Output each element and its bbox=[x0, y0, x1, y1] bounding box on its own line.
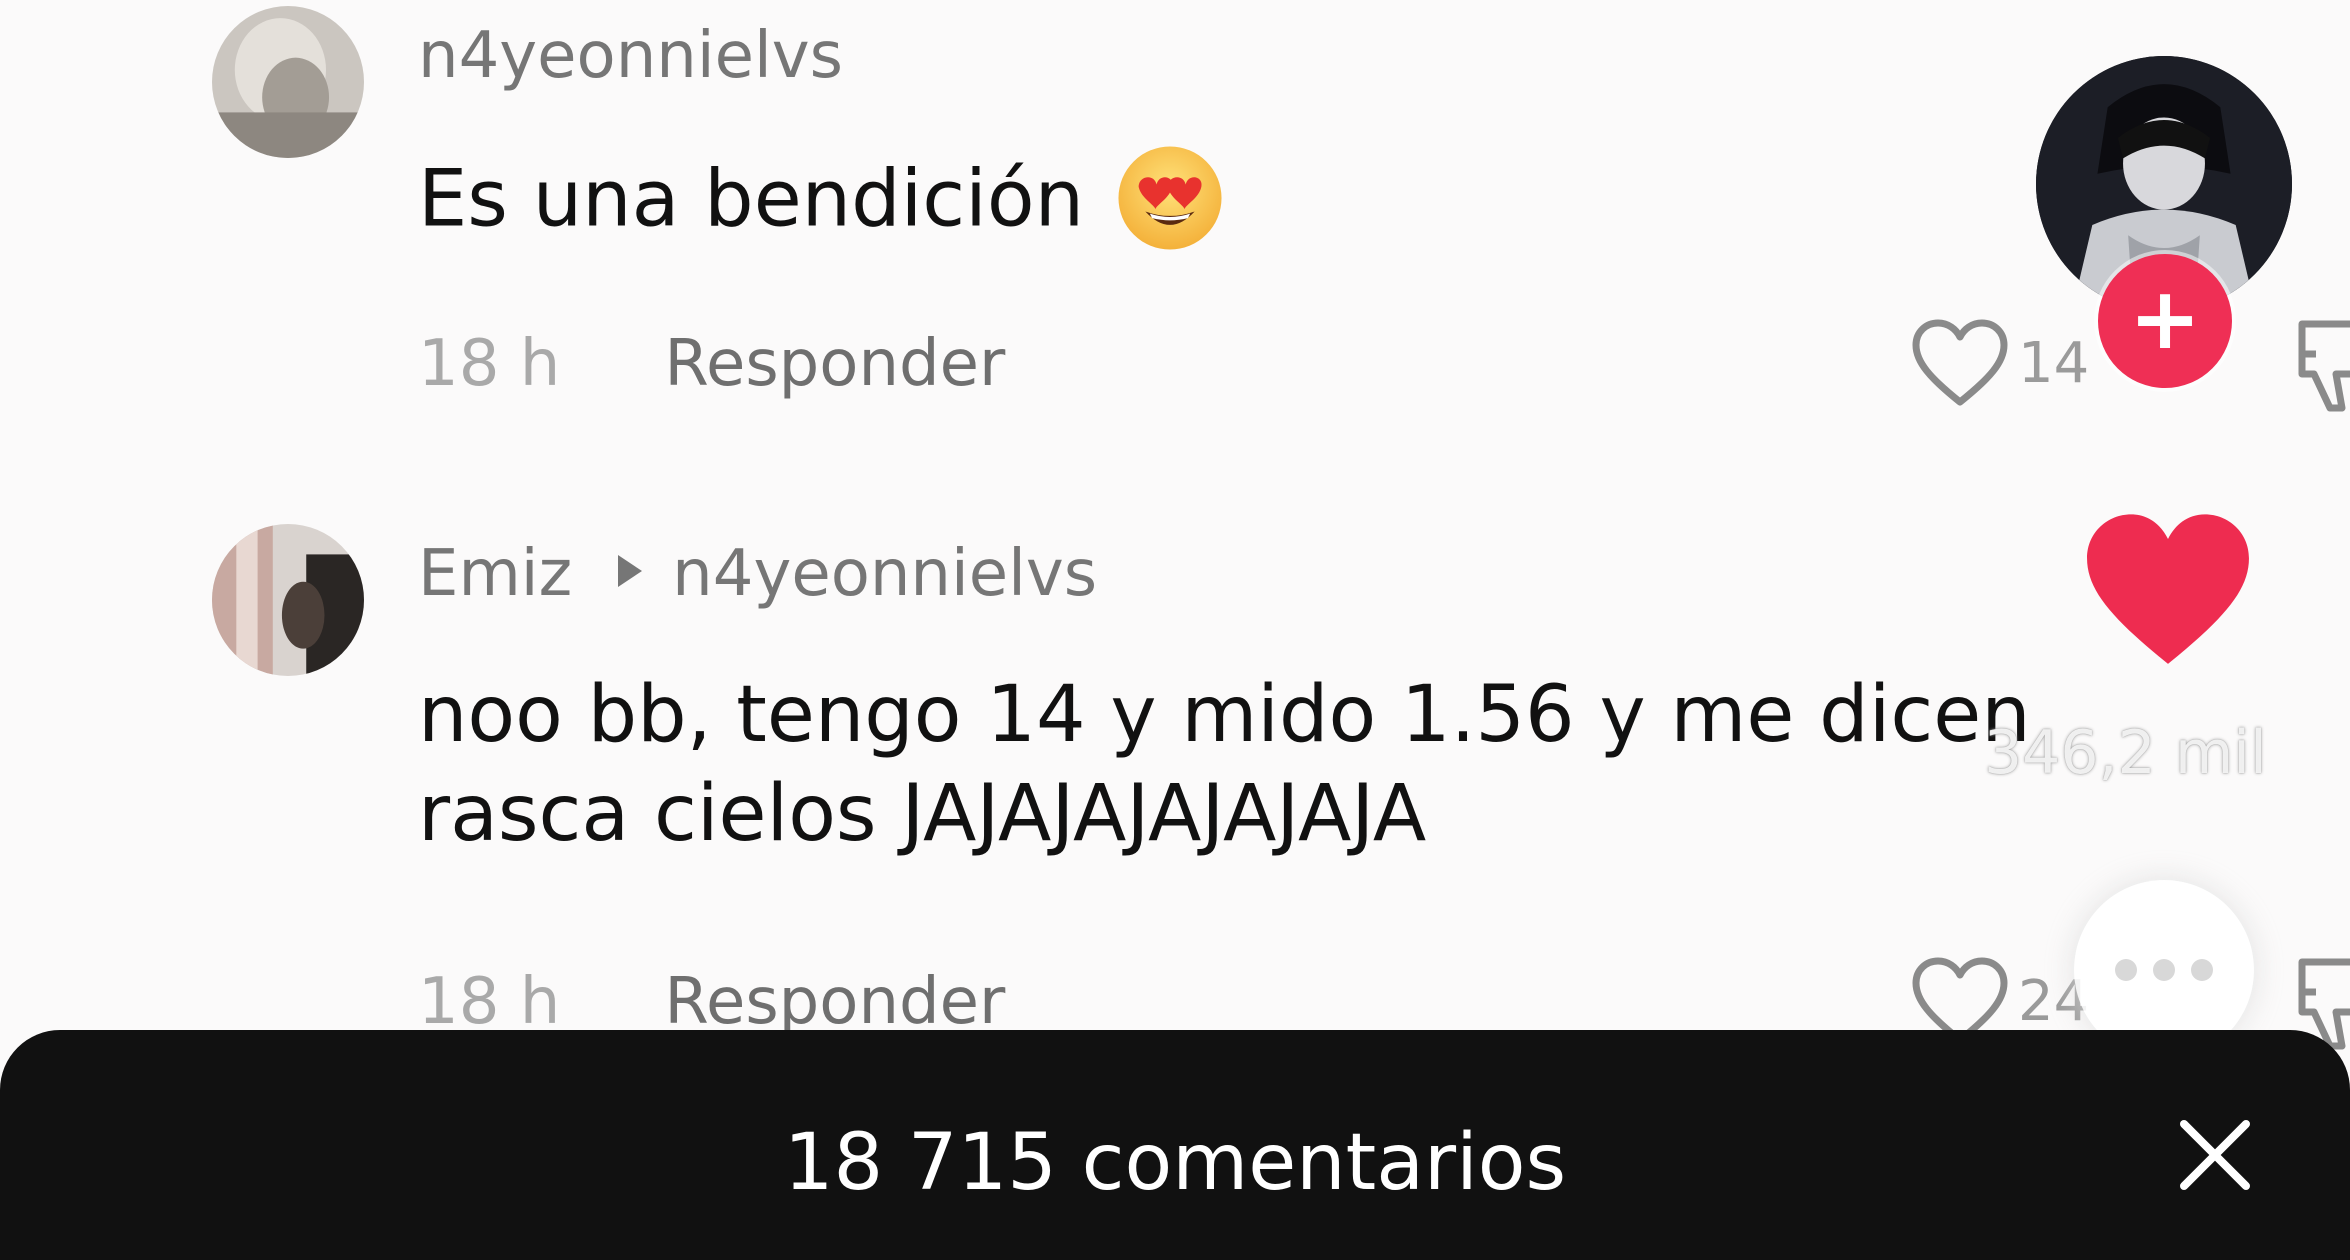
close-icon bbox=[2180, 1120, 2250, 1190]
comment-text-content: Es una bendición bbox=[418, 154, 1085, 245]
video-likes-count: 346,2 mil bbox=[1984, 718, 2267, 788]
close-button[interactable] bbox=[2170, 1110, 2260, 1200]
comment-time: 18 h bbox=[418, 965, 561, 1039]
comment-like-count: 14 bbox=[2018, 330, 2090, 396]
reply-button[interactable]: Responder bbox=[664, 327, 1005, 401]
dot-icon bbox=[2153, 959, 2175, 981]
commenter-avatar[interactable] bbox=[212, 6, 364, 158]
comment-time: 18 h bbox=[418, 327, 561, 401]
thumbs-down-icon bbox=[2298, 320, 2350, 412]
comment-count-title: 18 715 comentarios bbox=[783, 1118, 1567, 1208]
comment-username: Emiz n4yeonnielvs bbox=[418, 542, 1097, 606]
dot-icon bbox=[2191, 959, 2213, 981]
comment-text-line: rasca cielos JAJAJAJAJAJAJA bbox=[418, 769, 1427, 860]
dot-icon bbox=[2115, 959, 2137, 981]
video-like-heart-icon[interactable] bbox=[2080, 508, 2256, 672]
comment-dislike-button[interactable] bbox=[2296, 314, 2350, 414]
comment-author[interactable]: Emiz bbox=[418, 537, 572, 611]
comment-username[interactable]: n4yeonnielvs bbox=[418, 24, 843, 88]
follow-plus-button[interactable]: + bbox=[2098, 254, 2232, 388]
comment-meta: 18 h Responder bbox=[418, 970, 1005, 1034]
commenter-avatar[interactable] bbox=[212, 524, 364, 676]
comment-text-line: noo bb, tengo 14 y mido 1.56 y me dicen bbox=[418, 670, 2031, 760]
heart-outline-icon bbox=[1912, 319, 2008, 406]
heart-eyes-emoji-icon bbox=[1114, 142, 1226, 254]
reply-arrow-icon bbox=[618, 555, 643, 588]
comment-text: noo bb, tengo 14 y mido 1.56 y me dicen … bbox=[418, 666, 2031, 864]
reply-to-username[interactable]: n4yeonnielvs bbox=[672, 537, 1097, 611]
comment-text: Es una bendición bbox=[418, 146, 1226, 260]
reply-button[interactable]: Responder bbox=[664, 965, 1005, 1039]
comment-like-button[interactable]: 14 bbox=[1910, 318, 2089, 408]
comment-meta: 18 h Responder bbox=[418, 332, 1005, 396]
